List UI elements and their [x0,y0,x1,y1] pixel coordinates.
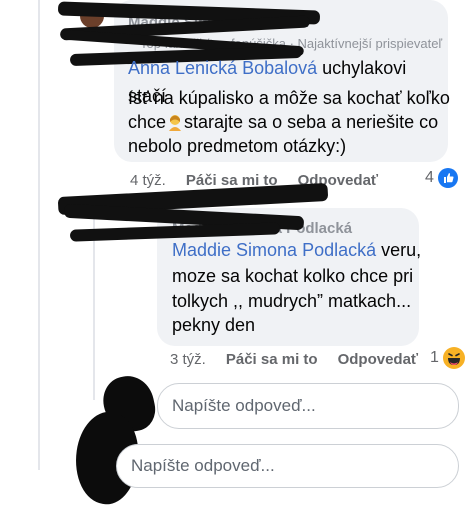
reply-text-line: pekny den [172,315,256,335]
haha-reaction-icon [442,347,465,369]
comment-text-segment: starajte sa o seba a neriešite co [184,112,439,132]
reaction-summary[interactable]: 4 [425,168,458,188]
comment-time[interactable]: 4 týž. [130,172,166,189]
reply-input-placeholder: Napíšte odpoveď... [131,456,275,475]
mention-link[interactable]: Maddie Simona Podlacká [172,240,376,260]
like-reaction-icon [437,168,458,188]
reply-text-line: veru, [381,240,422,260]
comment-text-segment: chce [128,112,167,132]
reply-input-main[interactable]: Napíšte odpoveď... [116,444,459,488]
reply-text: Maddie Simona Podlacká veru, [172,236,421,264]
reaction-count: 4 [425,169,434,186]
comment-text-line: nebolo predmetom otázky:) [128,136,347,156]
reply-input-nested[interactable]: Napíšte odpoveď... [157,383,459,429]
reaction-summary[interactable]: 1 [430,347,465,369]
woman-gesturing-emoji [166,111,184,131]
reply-actions: 3 týž. Páči sa mi to Odpovedať [170,351,418,368]
reply-text-line: moze sa kochat kolko chce pri [172,266,414,286]
like-button[interactable]: Páči sa mi to [226,351,318,368]
mention-link[interactable]: Anna Lenická Bobalová [128,58,317,78]
reply-time[interactable]: 3 týž. [170,351,206,368]
reply-button[interactable]: Odpovedať [338,351,419,368]
reaction-count: 1 [430,349,439,366]
reply-input-placeholder: Napíšte odpoveď... [172,396,316,415]
thread-line-outer [38,0,40,470]
